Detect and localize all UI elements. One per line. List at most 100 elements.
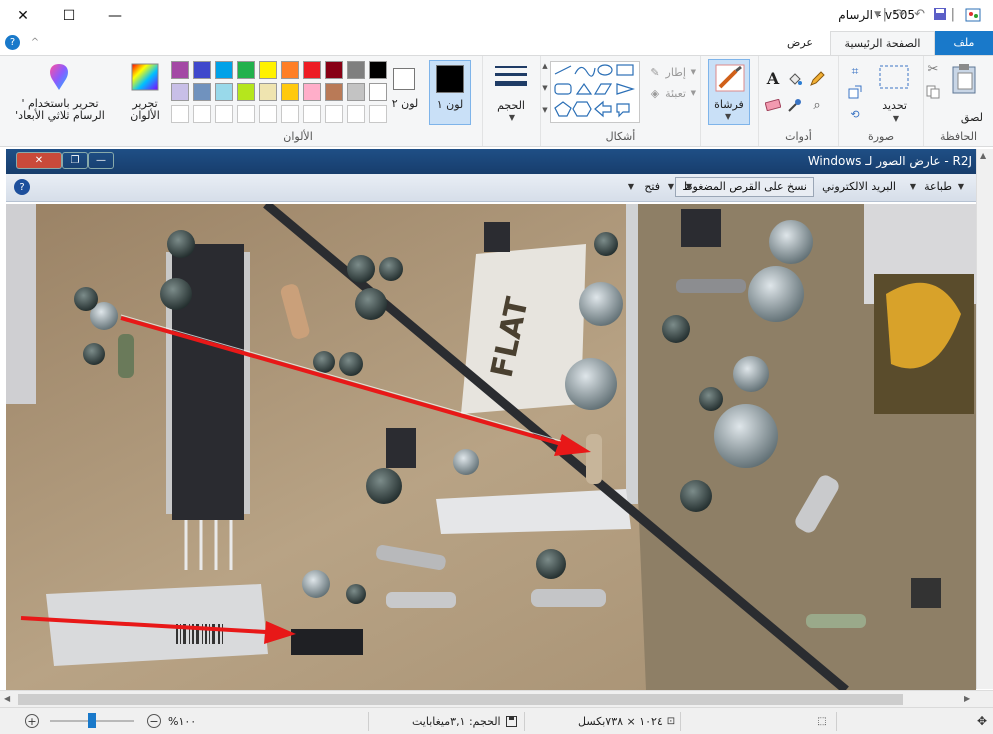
shapes-gallery[interactable] xyxy=(550,61,640,123)
zoom-in-icon[interactable]: + xyxy=(25,714,39,728)
viewer-minimize-button[interactable]: — xyxy=(88,152,114,169)
open-dropdown-icon[interactable]: ▼ xyxy=(668,182,674,191)
eraser-icon[interactable] xyxy=(764,96,782,114)
palette-color-swatch[interactable] xyxy=(369,61,387,79)
viewer-close-button[interactable]: ✕ xyxy=(16,152,62,169)
palette-color-swatch[interactable] xyxy=(347,83,365,101)
color-picker-icon[interactable] xyxy=(786,96,804,114)
fill-dropdown-icon[interactable]: ▼ xyxy=(691,89,696,97)
palette-color-swatch[interactable] xyxy=(325,83,343,101)
outline-dropdown-icon[interactable]: ▼ xyxy=(691,68,696,76)
burn-dropdown-icon[interactable]: ▼ xyxy=(686,182,692,191)
collapse-ribbon-icon[interactable]: ^ xyxy=(28,35,42,49)
palette-color-swatch[interactable] xyxy=(281,83,299,101)
viewer-help-icon[interactable]: ? xyxy=(14,179,30,195)
paint3d-icon[interactable] xyxy=(44,62,74,92)
copy-icon[interactable] xyxy=(925,84,941,100)
palette-color-swatch[interactable] xyxy=(259,61,277,79)
select-icon[interactable] xyxy=(877,62,911,92)
open-menu[interactable]: فتح xyxy=(644,180,660,193)
palette-custom-swatch[interactable] xyxy=(347,105,365,123)
fill-label[interactable]: تعبئة xyxy=(665,87,686,100)
burn-disc-menu[interactable]: نسخ على القرص المضغوط xyxy=(675,177,814,197)
palette-custom-swatch[interactable] xyxy=(281,105,299,123)
crop-icon[interactable]: ⌗ xyxy=(847,63,863,79)
palette-color-swatch[interactable] xyxy=(193,61,211,79)
viewer-restore-button[interactable]: ❐ xyxy=(62,152,88,169)
paste-label[interactable]: لصق xyxy=(961,111,983,124)
select-dropdown-icon[interactable]: ▼ xyxy=(893,114,899,123)
minimize-button[interactable]: — xyxy=(92,0,138,31)
horizontal-scrollbar[interactable]: ◀ ▶ xyxy=(0,690,993,707)
palette-custom-swatch[interactable] xyxy=(193,105,211,123)
color-wheel-icon[interactable] xyxy=(130,62,160,92)
redo-icon[interactable]: ↷ xyxy=(894,7,905,22)
size-label[interactable]: الحجم xyxy=(497,99,525,112)
palette-custom-swatch[interactable] xyxy=(303,105,321,123)
palette-color-swatch[interactable] xyxy=(347,61,365,79)
palette-custom-swatch[interactable] xyxy=(325,105,343,123)
palette-color-swatch[interactable] xyxy=(281,61,299,79)
size-dropdown-icon[interactable]: ▼ xyxy=(509,113,515,122)
maximize-button[interactable]: ☐ xyxy=(46,0,92,31)
outline-icon[interactable]: ✎ xyxy=(648,65,662,79)
palette-color-swatch[interactable] xyxy=(303,61,321,79)
palette-color-swatch[interactable] xyxy=(171,83,189,101)
palette-color-swatch[interactable] xyxy=(215,83,233,101)
save-icon[interactable] xyxy=(933,7,947,25)
palette-color-swatch[interactable] xyxy=(171,61,189,79)
edit-colors-label[interactable]: تحرير الألوان xyxy=(124,98,166,122)
palette-custom-swatch[interactable] xyxy=(369,105,387,123)
resize-icon[interactable] xyxy=(847,84,863,100)
select-label[interactable]: تحديد xyxy=(882,99,907,112)
shapes-scroll-up-icon[interactable]: ▲ xyxy=(540,62,550,70)
scroll-up-icon[interactable]: ▲ xyxy=(980,151,986,160)
vertical-scrollbar[interactable]: ▲ xyxy=(976,149,993,689)
palette-color-swatch[interactable] xyxy=(303,83,321,101)
outline-label[interactable]: إطار xyxy=(666,66,686,79)
pencil-icon[interactable] xyxy=(808,70,826,88)
text-tool-icon[interactable]: A xyxy=(764,69,782,88)
email-dropdown-icon[interactable]: ▼ xyxy=(910,182,916,191)
shapes-scroll-down-icon[interactable]: ▼ xyxy=(540,84,550,92)
palette-color-swatch[interactable] xyxy=(237,61,255,79)
palette-custom-swatch[interactable] xyxy=(237,105,255,123)
fill-icon[interactable]: ◈ xyxy=(648,86,662,100)
tab-home[interactable]: الصفحة الرئيسية xyxy=(830,31,935,55)
print-menu[interactable]: طباعة xyxy=(924,180,952,193)
paste-icon[interactable] xyxy=(949,62,979,96)
email-menu[interactable]: البريد الالكتروني xyxy=(822,180,896,193)
cut-icon[interactable]: ✂ xyxy=(925,61,941,77)
palette-color-swatch[interactable] xyxy=(325,61,343,79)
qa-customize-icon[interactable]: ▼ xyxy=(874,10,881,20)
palette-custom-swatch[interactable] xyxy=(215,105,233,123)
palette-color-swatch[interactable] xyxy=(237,83,255,101)
zoom-slider-thumb[interactable] xyxy=(88,713,96,728)
rotate-icon[interactable]: ⟲ xyxy=(847,106,863,122)
scroll-right-icon[interactable]: ▶ xyxy=(964,694,970,703)
zoom-out-icon[interactable]: − xyxy=(147,714,161,728)
brushes-button[interactable]: فرشاة ▼ xyxy=(708,59,750,125)
fill-bucket-icon[interactable] xyxy=(786,70,804,88)
palette-color-swatch[interactable] xyxy=(193,83,211,101)
palette-color-swatch[interactable] xyxy=(215,61,233,79)
canvas-image[interactable]: FLAT xyxy=(6,204,976,690)
palette-custom-swatch[interactable] xyxy=(171,105,189,123)
shapes-more-icon[interactable]: ▼ xyxy=(540,106,550,114)
size-icon[interactable] xyxy=(494,62,528,92)
undo-icon[interactable]: ↶ xyxy=(914,7,925,22)
color1-button[interactable]: لون ١ xyxy=(429,60,471,125)
horizontal-scroll-thumb[interactable] xyxy=(18,694,903,705)
magnifier-icon[interactable]: ⌕ xyxy=(808,96,826,114)
close-button[interactable]: ✕ xyxy=(0,0,46,31)
open-more-icon[interactable]: ▼ xyxy=(628,182,634,191)
scroll-left-icon[interactable]: ◀ xyxy=(4,694,10,703)
palette-custom-swatch[interactable] xyxy=(259,105,277,123)
color2-button[interactable]: لون ٢ xyxy=(387,60,423,125)
print-dropdown-icon[interactable]: ▼ xyxy=(958,182,964,191)
palette-color-swatch[interactable] xyxy=(259,83,277,101)
help-icon[interactable]: ? xyxy=(5,35,20,50)
paint3d-label[interactable]: تحرير باستخدام ' الرسام ثلاثي الأبعاد' xyxy=(6,98,114,122)
tab-view[interactable]: عرض xyxy=(770,31,830,55)
palette-color-swatch[interactable] xyxy=(369,83,387,101)
